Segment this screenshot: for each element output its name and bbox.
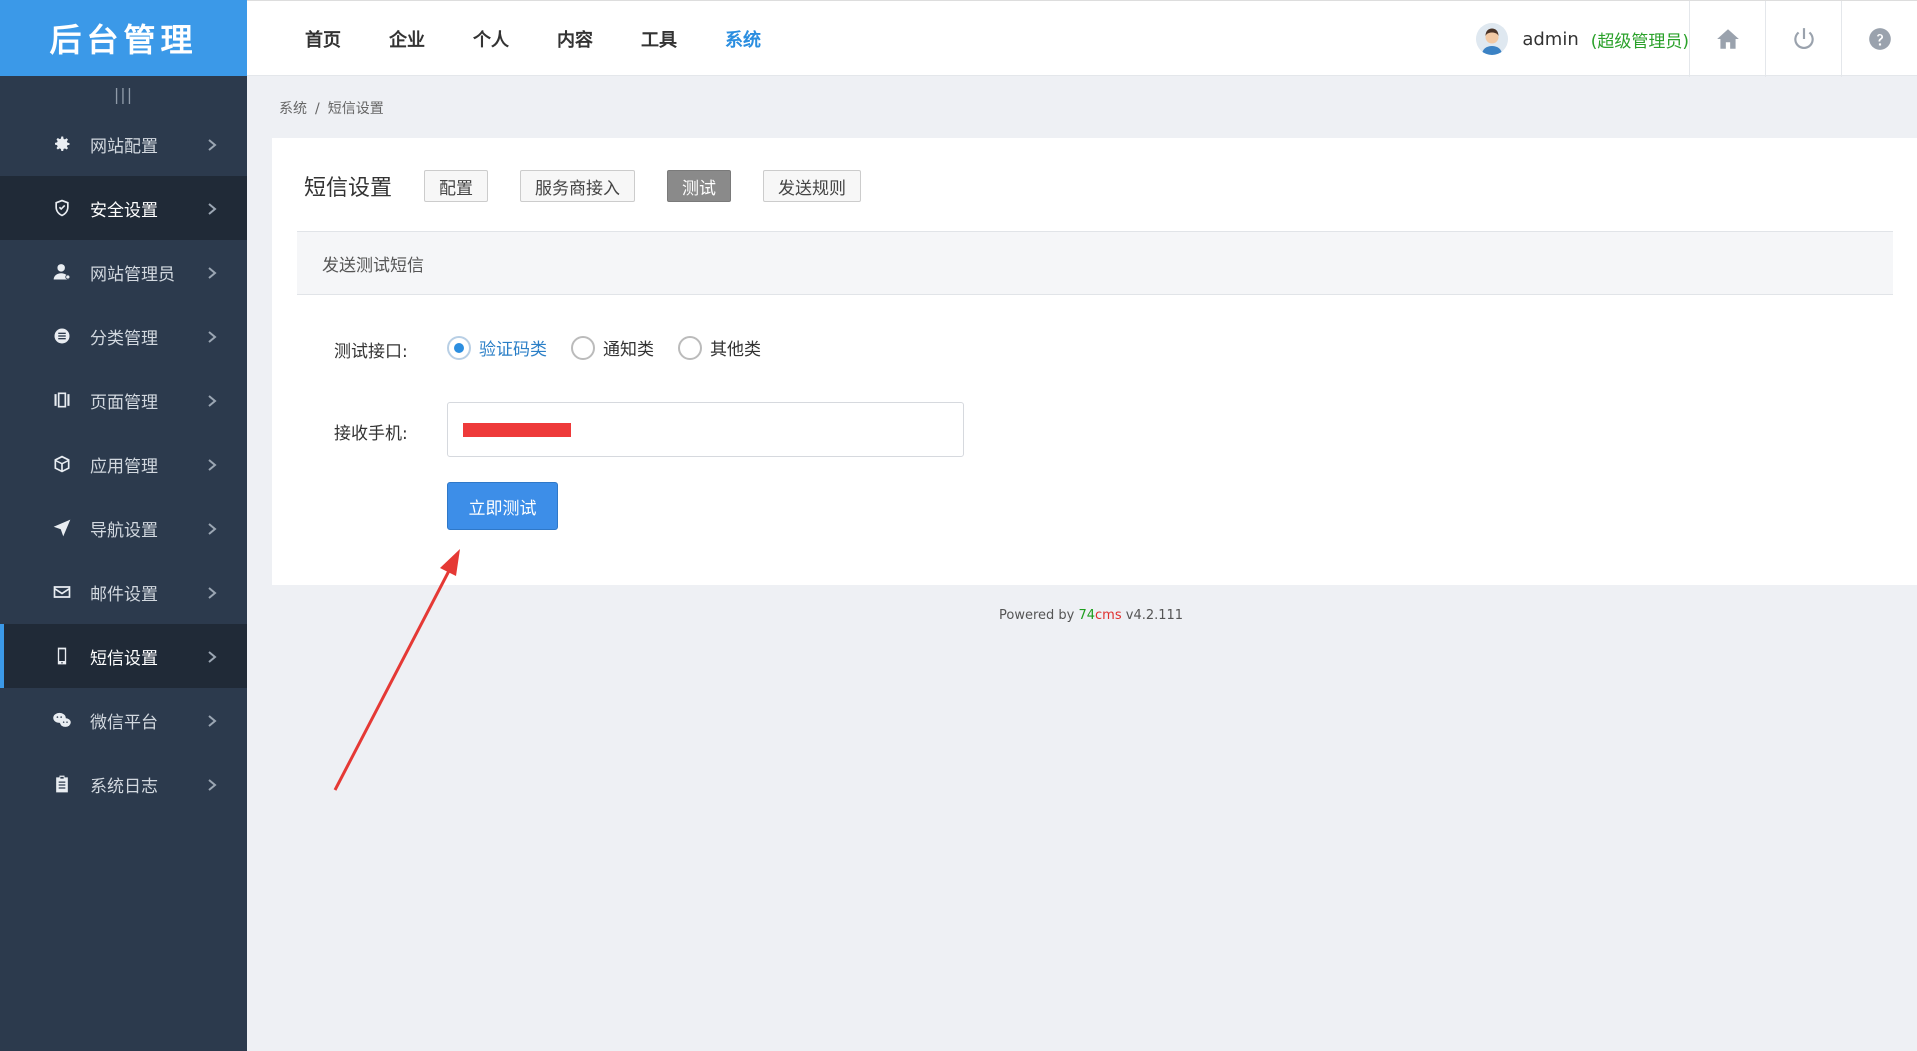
phone-label: 接收手机: bbox=[334, 424, 408, 444]
breadcrumb: 系统 / 短信设置 bbox=[279, 98, 384, 118]
footer-version: v4.2.111 bbox=[1121, 608, 1184, 623]
radio-notification[interactable]: 通知类 bbox=[571, 335, 654, 360]
sidebar: 后台管理 ||| 网站配置 安全设置 网站管理员 分类管理 页面管理 应用管理 … bbox=[0, 0, 247, 1051]
topnav-tools[interactable]: 工具 bbox=[641, 26, 677, 52]
radio-other[interactable]: 其他类 bbox=[678, 335, 761, 360]
topnav-home[interactable]: 首页 bbox=[305, 26, 341, 52]
chevron-right-icon bbox=[205, 777, 219, 791]
topnav-system[interactable]: 系统 bbox=[725, 26, 761, 52]
sidebar-item-label: 分类管理 bbox=[90, 328, 158, 349]
chevron-right-icon bbox=[205, 585, 219, 599]
test-now-button[interactable]: 立即测试 bbox=[447, 482, 558, 530]
sidebar-item-label: 应用管理 bbox=[90, 456, 158, 477]
chevron-right-icon bbox=[205, 201, 219, 215]
help-button[interactable] bbox=[1841, 1, 1917, 77]
home-button[interactable] bbox=[1689, 1, 1765, 77]
chevron-right-icon bbox=[205, 457, 219, 471]
shield-icon bbox=[50, 196, 74, 220]
chevron-right-icon bbox=[205, 521, 219, 535]
radio-verification[interactable]: 验证码类 bbox=[447, 335, 547, 360]
topnav-personal[interactable]: 个人 bbox=[473, 26, 509, 52]
footer-prefix: Powered by bbox=[999, 608, 1079, 623]
wechat-icon bbox=[50, 708, 74, 732]
footer: Powered by 74cms v4.2.111 bbox=[999, 608, 1183, 623]
pages-icon bbox=[50, 388, 74, 412]
radio-button[interactable] bbox=[571, 335, 595, 360]
sidebar-item-site-config[interactable]: 网站配置 bbox=[0, 112, 247, 176]
list-icon bbox=[50, 324, 74, 348]
tab-config[interactable]: 配置 bbox=[424, 170, 489, 202]
breadcrumb-parent[interactable]: 系统 bbox=[279, 101, 307, 117]
sidebar-item-pages[interactable]: 页面管理 bbox=[0, 368, 247, 432]
footer-brand-74[interactable]: 74 bbox=[1078, 608, 1095, 623]
cube-icon bbox=[50, 452, 74, 476]
app-logo: 后台管理 bbox=[0, 0, 247, 76]
tab-send-rules[interactable]: 发送规则 bbox=[763, 170, 862, 202]
topnav-enterprise[interactable]: 企业 bbox=[389, 26, 425, 52]
radio-label: 验证码类 bbox=[479, 340, 547, 360]
interface-radio-group: 验证码类 通知类 其他类 bbox=[447, 335, 785, 360]
page-title: 短信设置 bbox=[304, 176, 393, 201]
breadcrumb-separator: / bbox=[315, 101, 320, 117]
sidebar-item-label: 系统日志 bbox=[90, 776, 158, 797]
power-icon bbox=[1793, 28, 1814, 50]
sidebar-item-mail[interactable]: 邮件设置 bbox=[0, 560, 247, 624]
card-header: 短信设置 配置 服务商接入 测试 发送规则 bbox=[304, 170, 893, 202]
sidebar-item-label: 页面管理 bbox=[90, 392, 158, 413]
chevron-right-icon bbox=[205, 265, 219, 279]
footer-brand-cms[interactable]: cms bbox=[1095, 608, 1122, 623]
user-role: (超级管理员) bbox=[1590, 31, 1689, 52]
topnav-content[interactable]: 内容 bbox=[557, 26, 593, 52]
section-title: 发送测试短信 bbox=[297, 231, 1893, 295]
radio-button[interactable] bbox=[447, 335, 471, 360]
navigation-icon bbox=[50, 516, 74, 540]
chevron-right-icon bbox=[205, 393, 219, 407]
chevron-right-icon bbox=[205, 329, 219, 343]
top-nav: 首页 企业 个人 内容 工具 系统 bbox=[305, 1, 809, 77]
sidebar-item-label: 网站配置 bbox=[90, 136, 158, 157]
phone-input[interactable] bbox=[447, 402, 964, 457]
breadcrumb-current: 短信设置 bbox=[327, 101, 384, 117]
phone-icon bbox=[50, 644, 74, 668]
radio-label: 通知类 bbox=[603, 340, 654, 360]
interface-label: 测试接口: bbox=[334, 342, 408, 362]
mail-icon bbox=[50, 580, 74, 604]
sidebar-item-label: 邮件设置 bbox=[90, 584, 158, 605]
user-icon bbox=[50, 260, 74, 284]
username: admin bbox=[1522, 28, 1579, 50]
sidebar-item-categories[interactable]: 分类管理 bbox=[0, 304, 247, 368]
gear-icon bbox=[50, 132, 74, 156]
chevron-right-icon bbox=[205, 137, 219, 151]
sidebar-item-system-log[interactable]: 系统日志 bbox=[0, 752, 247, 816]
top-bar: 首页 企业 个人 内容 工具 系统 admin (超级管理员) bbox=[247, 0, 1917, 77]
sidebar-item-sms[interactable]: 短信设置 bbox=[0, 624, 247, 688]
sidebar-item-apps[interactable]: 应用管理 bbox=[0, 432, 247, 496]
chevron-right-icon bbox=[205, 713, 219, 727]
sidebar-item-label: 微信平台 bbox=[90, 712, 158, 733]
chevron-right-icon bbox=[205, 649, 219, 663]
sidebar-item-label: 短信设置 bbox=[90, 648, 158, 669]
user-menu[interactable]: admin (超级管理员) bbox=[1476, 1, 1689, 77]
tab-provider[interactable]: 服务商接入 bbox=[520, 170, 636, 202]
clipboard-icon bbox=[50, 772, 74, 796]
sidebar-item-label: 安全设置 bbox=[90, 200, 158, 221]
logout-button[interactable] bbox=[1765, 1, 1841, 77]
sidebar-item-security[interactable]: 安全设置 bbox=[0, 176, 247, 240]
home-icon bbox=[1716, 29, 1739, 49]
arrow-shaft bbox=[333, 564, 454, 791]
avatar bbox=[1476, 23, 1509, 55]
radio-label: 其他类 bbox=[710, 340, 761, 360]
sidebar-item-label: 网站管理员 bbox=[90, 264, 175, 285]
sidebar-item-site-admins[interactable]: 网站管理员 bbox=[0, 240, 247, 304]
redacted-phone-number bbox=[463, 422, 571, 437]
help-icon bbox=[1868, 28, 1891, 50]
sidebar-item-navigation[interactable]: 导航设置 bbox=[0, 496, 247, 560]
tab-test[interactable]: 测试 bbox=[667, 170, 732, 202]
radio-button[interactable] bbox=[678, 335, 702, 360]
sidebar-item-wechat[interactable]: 微信平台 bbox=[0, 688, 247, 752]
sms-settings-card: 短信设置 配置 服务商接入 测试 发送规则 发送测试短信 测试接口: 验证码类 … bbox=[272, 138, 1917, 585]
sidebar-item-label: 导航设置 bbox=[90, 520, 158, 541]
sidebar-collapse-toggle[interactable]: ||| bbox=[0, 76, 247, 112]
